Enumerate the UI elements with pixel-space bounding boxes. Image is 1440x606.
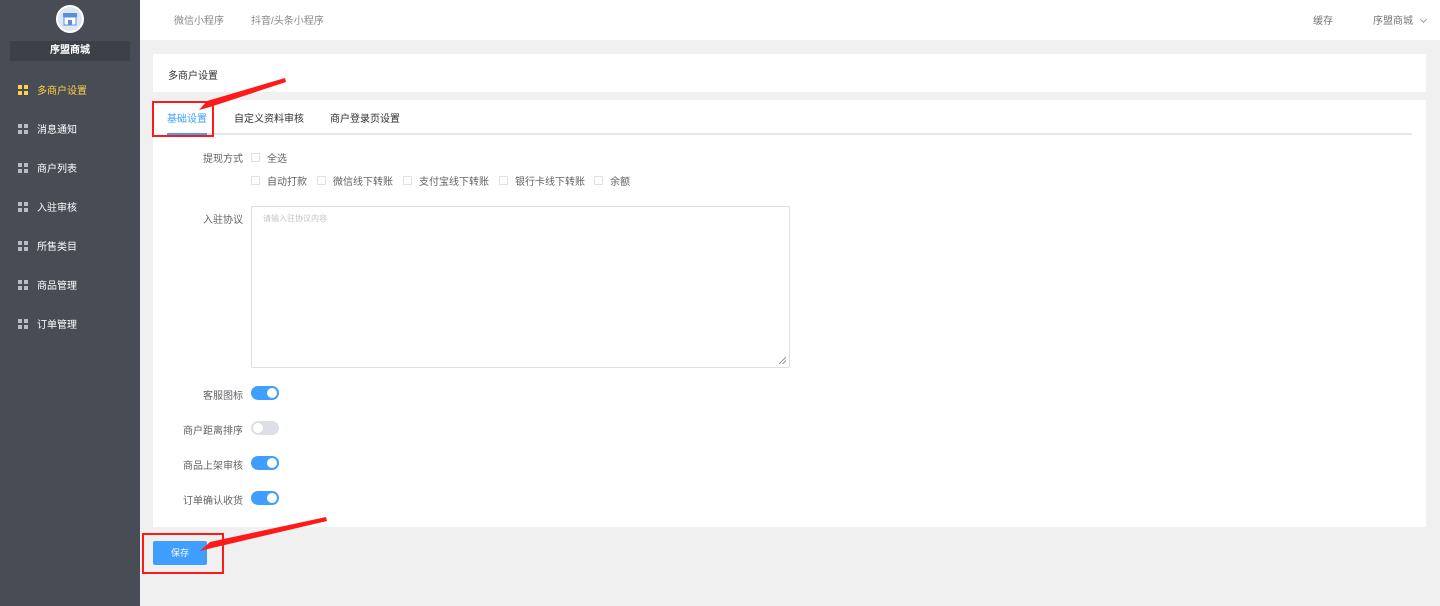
save-button[interactable]: 保存	[153, 541, 207, 565]
grid-icon	[18, 201, 28, 212]
agreement-placeholder: 请输入驻协议内容	[263, 214, 327, 223]
method-auto-pay-checkbox[interactable]: 自动打款	[251, 173, 307, 188]
grid-icon	[18, 162, 28, 173]
sidebar-item-label: 多商户设置	[37, 86, 87, 97]
tab-douyin-miniprogram[interactable]: 抖音/头条小程序	[251, 12, 324, 27]
method-wechat-transfer-checkbox[interactable]: 微信线下转账	[317, 173, 393, 188]
checkbox-label: 支付宝线下转账	[419, 177, 489, 188]
sidebar-item-label: 所售类目	[37, 242, 77, 253]
sidebar-item-merchant-settings[interactable]: 多商户设置	[0, 70, 140, 109]
service-icon-label: 客服图标	[203, 391, 243, 402]
grid-icon	[18, 279, 28, 290]
sidebar-item-products[interactable]: 商品管理	[0, 265, 140, 304]
sidebar-item-notifications[interactable]: 消息通知	[0, 109, 140, 148]
order-confirm-label: 订单确认收货	[183, 496, 243, 507]
checkbox-label: 微信线下转账	[333, 177, 393, 188]
settings-card: 基础设置 自定义资料审核 商户登录页设置 提现方式 全选 自动打款 微信线下转账…	[153, 100, 1426, 527]
grid-icon	[18, 123, 28, 134]
checkbox-label: 余额	[610, 177, 630, 188]
sidebar-item-label: 订单管理	[37, 320, 77, 331]
method-bank-transfer-checkbox[interactable]: 银行卡线下转账	[499, 173, 585, 188]
sidebar-item-orders[interactable]: 订单管理	[0, 304, 140, 343]
switch-knob	[253, 423, 263, 433]
grid-icon	[18, 240, 28, 251]
withdraw-method-label: 提现方式	[203, 154, 243, 165]
sidebar-item-label: 商户列表	[37, 164, 77, 175]
page-title: 多商户设置	[168, 71, 218, 82]
logo-area: 序盟商城	[0, 0, 140, 70]
checkbox-box	[251, 153, 260, 162]
sidebar-item-merchant-list[interactable]: 商户列表	[0, 148, 140, 187]
store-dropdown[interactable]: 序盟商城	[1373, 12, 1428, 27]
sidebar: 序盟商城 多商户设置 消息通知 商户列表 入驻审核 所售类目 商品管理 订单管理	[0, 0, 140, 606]
store-logo-icon	[56, 5, 84, 33]
method-alipay-transfer-checkbox[interactable]: 支付宝线下转账	[403, 173, 489, 188]
checkbox-box	[594, 176, 603, 185]
switch-knob	[267, 458, 277, 468]
switch-knob	[267, 493, 277, 503]
product-review-switch[interactable]	[251, 456, 279, 470]
sidebar-item-categories[interactable]: 所售类目	[0, 226, 140, 265]
checkbox-label: 自动打款	[267, 177, 307, 188]
store-dropdown-label: 序盟商城	[1373, 16, 1413, 27]
method-balance-checkbox[interactable]: 余额	[594, 173, 630, 188]
active-tab-indicator	[167, 133, 207, 135]
settings-tabs: 基础设置 自定义资料审核 商户登录页设置	[167, 115, 1412, 135]
sidebar-item-label: 消息通知	[37, 125, 77, 136]
product-review-label: 商品上架审核	[183, 461, 243, 472]
checkbox-box	[317, 176, 326, 185]
service-icon-switch[interactable]	[251, 386, 279, 400]
sidebar-item-label: 入驻审核	[37, 203, 77, 214]
agreement-textarea[interactable]: 请输入驻协议内容	[251, 206, 790, 368]
order-confirm-switch[interactable]	[251, 491, 279, 505]
checkbox-box	[403, 176, 412, 185]
checkbox-box	[251, 176, 260, 185]
tab-custom-review[interactable]: 自定义资料审核	[234, 115, 304, 135]
tab-basic-settings[interactable]: 基础设置	[167, 115, 207, 135]
switch-knob	[267, 388, 277, 398]
distance-sort-label: 商户距离排序	[183, 426, 243, 437]
top-bar: 微信小程序 抖音/头条小程序 缓存 序盟商城	[140, 0, 1440, 40]
grid-icon	[18, 84, 28, 95]
grid-icon	[18, 318, 28, 329]
tab-wechat-miniprogram[interactable]: 微信小程序	[174, 12, 224, 27]
chevron-down-icon	[1419, 15, 1428, 24]
checkbox-label: 全选	[267, 154, 287, 165]
select-all-checkbox[interactable]: 全选	[251, 150, 287, 165]
page-title-card: 多商户设置	[153, 54, 1426, 92]
shop-name: 序盟商城	[10, 41, 130, 61]
sidebar-nav: 多商户设置 消息通知 商户列表 入驻审核 所售类目 商品管理 订单管理	[0, 70, 140, 343]
sidebar-item-entry-review[interactable]: 入驻审核	[0, 187, 140, 226]
cache-button[interactable]: 缓存	[1313, 12, 1333, 27]
distance-sort-switch[interactable]	[251, 421, 279, 435]
resize-handle-icon[interactable]	[779, 357, 786, 364]
sidebar-item-label: 商品管理	[37, 281, 77, 292]
checkbox-box	[499, 176, 508, 185]
tab-login-page[interactable]: 商户登录页设置	[330, 115, 400, 135]
agreement-label: 入驻协议	[203, 215, 243, 226]
checkbox-label: 银行卡线下转账	[515, 177, 585, 188]
